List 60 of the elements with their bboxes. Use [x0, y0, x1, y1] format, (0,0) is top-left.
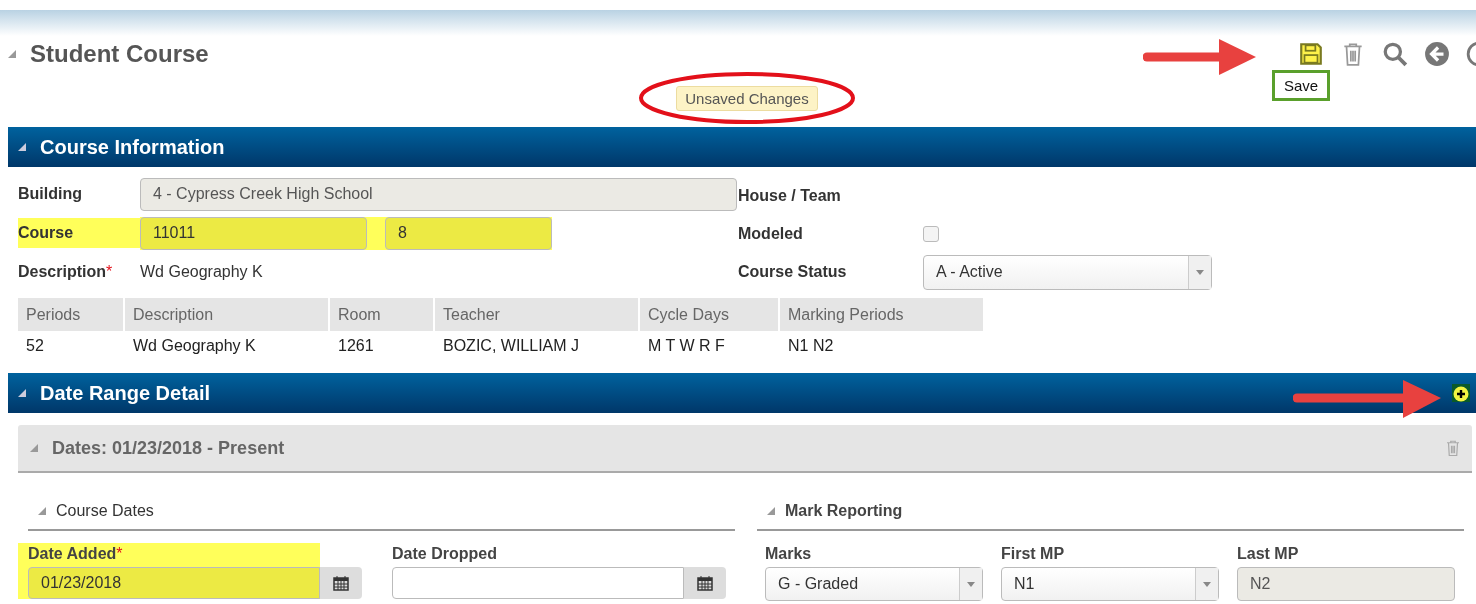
save-icon[interactable]	[1298, 41, 1324, 67]
course-status-select[interactable]: A - Active	[923, 254, 1212, 290]
search-icon[interactable]	[1382, 41, 1408, 67]
date-field[interactable]	[392, 567, 684, 599]
description-value: Wd Geography K	[140, 263, 263, 281]
field-label: First MP	[1001, 545, 1066, 563]
date-field[interactable]: 01/23/2018	[28, 567, 320, 599]
table-cell-text: N1 N2	[787, 336, 835, 356]
page-title: Student Course	[30, 40, 209, 68]
building-field[interactable]: 4 - Cypress Creek High School	[140, 177, 737, 211]
table-cell-text: 1261	[337, 336, 375, 356]
collapse-icon[interactable]	[8, 50, 16, 58]
section-title: Course Information	[40, 135, 225, 159]
table-cell-text: BOZIC, WILLIAM J	[442, 336, 580, 356]
subsection-title: Course Dates	[56, 502, 154, 520]
column-header: Cycle Days	[640, 298, 778, 331]
collapse-icon[interactable]	[767, 507, 775, 515]
course-number-field[interactable]: 11011	[140, 216, 367, 250]
panel-title: Dates: 01/23/2018 - Present	[52, 437, 285, 459]
section-field[interactable]: 8	[385, 216, 552, 250]
required-marker: *	[116, 545, 123, 562]
field-label: Marks	[765, 545, 813, 563]
column-header: Room	[330, 298, 433, 331]
table-cell-text: Wd Geography K	[132, 336, 257, 356]
unsaved-changes-badge: Unsaved Changes	[676, 85, 818, 111]
field-label: Date Dropped	[392, 545, 497, 562]
caret-icon	[1203, 581, 1211, 587]
column-header: Periods	[18, 298, 123, 331]
last-mp-field[interactable]: N2	[1237, 567, 1455, 601]
field-label: Course Status	[738, 263, 848, 281]
required-marker: *	[106, 263, 113, 280]
table-cell-text: M T W R F	[647, 336, 726, 356]
select-field[interactable]: N1	[1001, 567, 1219, 601]
calendar-icon	[697, 575, 713, 591]
field-label: Date Added	[28, 545, 117, 562]
subsection-title: Mark Reporting	[785, 502, 903, 520]
calendar-button[interactable]	[684, 567, 726, 599]
column-header: Description	[125, 298, 328, 331]
calendar-button[interactable]	[320, 567, 362, 599]
collapse-icon[interactable]	[38, 507, 46, 515]
caret-icon	[967, 581, 975, 587]
collapse-icon[interactable]	[18, 389, 26, 397]
add-icon[interactable]	[1452, 384, 1470, 402]
back-icon[interactable]	[1424, 41, 1450, 67]
section-title: Date Range Detail	[40, 381, 211, 405]
modeled-checkbox[interactable]	[923, 226, 939, 242]
field-label: Building	[18, 185, 82, 202]
field-label: House / Team	[738, 187, 842, 205]
collapse-icon[interactable]	[18, 143, 26, 151]
field-label: Last MP	[1237, 545, 1300, 563]
field-label: Description	[18, 263, 106, 280]
table-cell-text: 52	[25, 336, 45, 356]
calendar-icon	[333, 575, 349, 591]
select-field[interactable]: G - Graded	[765, 567, 983, 601]
caret-icon	[1196, 269, 1204, 275]
column-header: Teacher	[435, 298, 638, 331]
column-header: Marking Periods	[780, 298, 983, 331]
save-tooltip: Save	[1272, 70, 1331, 101]
field-label: Course	[18, 224, 74, 241]
field-label: Modeled	[738, 225, 804, 243]
